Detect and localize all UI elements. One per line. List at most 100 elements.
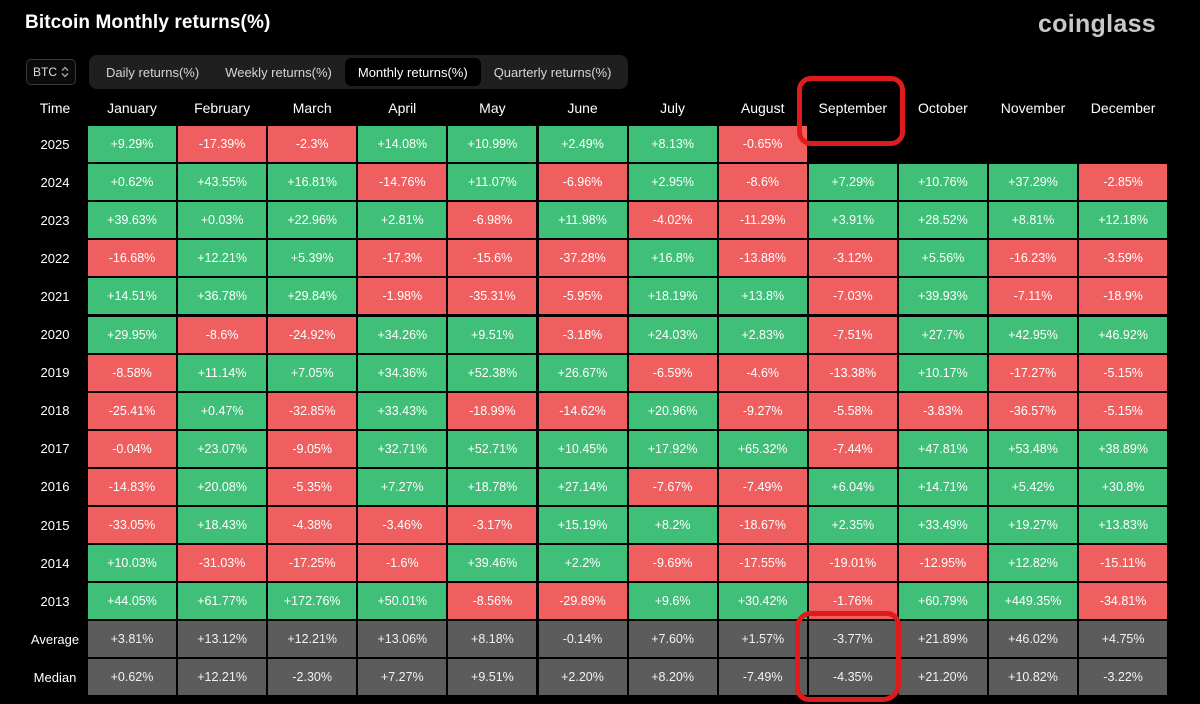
heatmap-cell-2019-june: +26.67% [538,354,627,391]
column-header-march: March [292,100,332,116]
heatmap-cell-2022-february: +12.21% [178,240,267,277]
heatmap-cell-2020-september: -7.51% [808,316,897,353]
tab-quarterly-returns[interactable]: Quarterly returns(%) [481,58,625,86]
heatmap-cell-2024-may: +11.07% [448,164,537,201]
heatmap-cell-2023-may: -6.98% [448,202,537,239]
column-header-november: November [1000,100,1066,116]
heatmap-cell-2022-june: -37.28% [538,240,627,277]
heatmap-cell-2018-june: -14.62% [538,392,627,429]
heatmap-cell-2019-january: -8.58% [88,354,176,391]
row-label-2021: 2021 [40,288,70,304]
row-label-2017: 2017 [40,441,70,457]
heatmap-cell-2025-february: -17.39% [178,126,267,162]
column-header-january: January [107,100,157,116]
summary-cell-median-august: -7.49% [718,659,807,696]
heatmap-cell-2022-april: -17.3% [358,240,447,277]
column-header-july: July [660,100,686,116]
heatmap-cell-2016-january: -14.83% [88,468,176,505]
tab-weekly-returns[interactable]: Weekly returns(%) [212,58,345,86]
heatmap-cell-2018-january: -25.41% [88,392,176,429]
summary-cell-average-october: +21.89% [898,621,987,658]
heatmap-cell-2013-february: +61.77% [178,583,267,620]
heatmap-cell-2022-january: -16.68% [88,240,176,277]
heatmap-cell-2019-july: -6.59% [628,354,717,391]
heatmap-cell-2024-april: -14.76% [358,164,447,201]
heatmap-cell-2023-september: +3.91% [808,202,897,239]
asset-select[interactable]: BTC [26,59,76,85]
heatmap-cell-2018-november: -36.57% [989,392,1077,429]
heatmap-cell-2015-january: -33.05% [88,507,176,543]
heatmap-cell-2019-march: +7.05% [268,354,357,391]
heatmap-cell-2019-september: -13.38% [808,354,897,391]
heatmap-cell-2024-august: -8.6% [718,164,807,201]
heatmap-cell-2015-november: +19.27% [989,507,1077,543]
summary-cell-average-september: -3.77% [808,621,897,658]
summary-cell-median-june: +2.20% [538,659,627,696]
heatmap-cell-2020-october: +27.7% [898,316,987,353]
heatmap-cell-2023-march: +22.96% [268,202,357,239]
heatmap-cell-2015-august: -18.67% [718,507,807,543]
heatmap-cell-2024-october: +10.76% [898,164,987,201]
heatmap-cell-2014-may: +39.46% [448,545,537,582]
heatmap-cell-2018-august: -9.27% [718,392,807,429]
heatmap-cell-2014-july: -9.69% [628,545,717,582]
page-title: Bitcoin Monthly returns(%) [25,12,271,33]
monthly-returns-heatmap: Time January February March April May June Jul… [22,90,1170,696]
heatmap-cell-2013-september: -1.76% [808,583,897,620]
heatmap-cell-2014-february: -31.03% [178,545,267,582]
heatmap-cell-2015-april: -3.46% [358,507,447,543]
heatmap-cell-2022-november: -16.23% [989,240,1077,277]
heatmap-cell-2022-march: +5.39% [268,240,357,277]
heatmap-cell-2020-march: -24.92% [268,316,357,353]
heatmap-cell-2021-october: +39.93% [898,278,987,315]
heatmap-cell-2015-may: -3.17% [448,507,537,543]
heatmap-cell-2025-april: +14.08% [358,126,447,162]
heatmap-cell-2022-september: -3.12% [808,240,897,277]
heatmap-cell-2023-january: +39.63% [88,202,176,239]
heatmap-cell-2017-august: +65.32% [718,430,807,467]
row-label-average: Average [30,631,80,647]
heatmap-cell-2021-november: -7.11% [989,278,1077,315]
heatmap-cell-2020-december: +46.92% [1079,316,1168,353]
heatmap-cell-2017-december: +38.89% [1079,430,1168,467]
tab-monthly-returns[interactable]: Monthly returns(%) [344,58,481,86]
heatmap-cell-2016-october: +14.71% [898,468,987,505]
heatmap-cell-2016-december: +30.8% [1079,468,1168,505]
row-label-2015: 2015 [40,517,70,533]
summary-cell-median-january: +0.62% [88,659,176,696]
heatmap-cell-2015-february: +18.43% [178,507,267,543]
heatmap-cell-2024-january: +0.62% [88,164,176,201]
heatmap-cell-2024-july: +2.95% [628,164,717,201]
heatmap-cell-2017-november: +53.48% [989,430,1077,467]
heatmap-cell-2017-july: +17.92% [628,430,717,467]
summary-cell-average-december: +4.75% [1079,621,1168,658]
heatmap-cell-2023-february: +0.03% [178,202,267,239]
heatmap-cell-2016-september: +6.04% [808,468,897,505]
tab-daily-returns[interactable]: Daily returns(%) [93,58,212,86]
summary-cell-average-april: +13.06% [358,621,447,658]
row-label-2018: 2018 [40,403,70,419]
heatmap-cell-2019-august: -4.6% [718,354,807,391]
summary-cell-median-march: -2.30% [268,659,357,696]
heatmap-cell-2020-may: +9.51% [448,316,537,353]
summary-cell-average-february: +13.12% [178,621,267,658]
heatmap-cell-2024-november: +37.29% [989,164,1077,201]
summary-cell-median-july: +8.20% [628,659,717,696]
row-label-2019: 2019 [40,365,70,381]
heatmap-cell-2014-october: -12.95% [898,545,987,582]
heatmap-cell-2019-october: +10.17% [898,354,987,391]
summary-cell-median-september: -4.35% [808,659,897,696]
heatmap-cell-2018-may: -18.99% [448,392,537,429]
column-header-september: September [818,100,888,116]
heatmap-cell-2017-october: +47.81% [898,430,987,467]
heatmap-cell-2024-march: +16.81% [268,164,357,201]
heatmap-cell-2025-june: +2.49% [538,126,627,162]
heatmap-cell-2020-august: +2.83% [718,316,807,353]
column-header-december: December [1090,100,1156,116]
heatmap-cell-2015-december: +13.83% [1079,507,1168,543]
row-label-2020: 2020 [40,327,70,342]
heatmap-cell-2014-january: +10.03% [88,545,176,582]
row-label-2013: 2013 [40,593,70,609]
returns-tabs: Daily returns(%) Weekly returns(%) Month… [89,55,629,89]
row-label-2025: 2025 [40,136,70,152]
